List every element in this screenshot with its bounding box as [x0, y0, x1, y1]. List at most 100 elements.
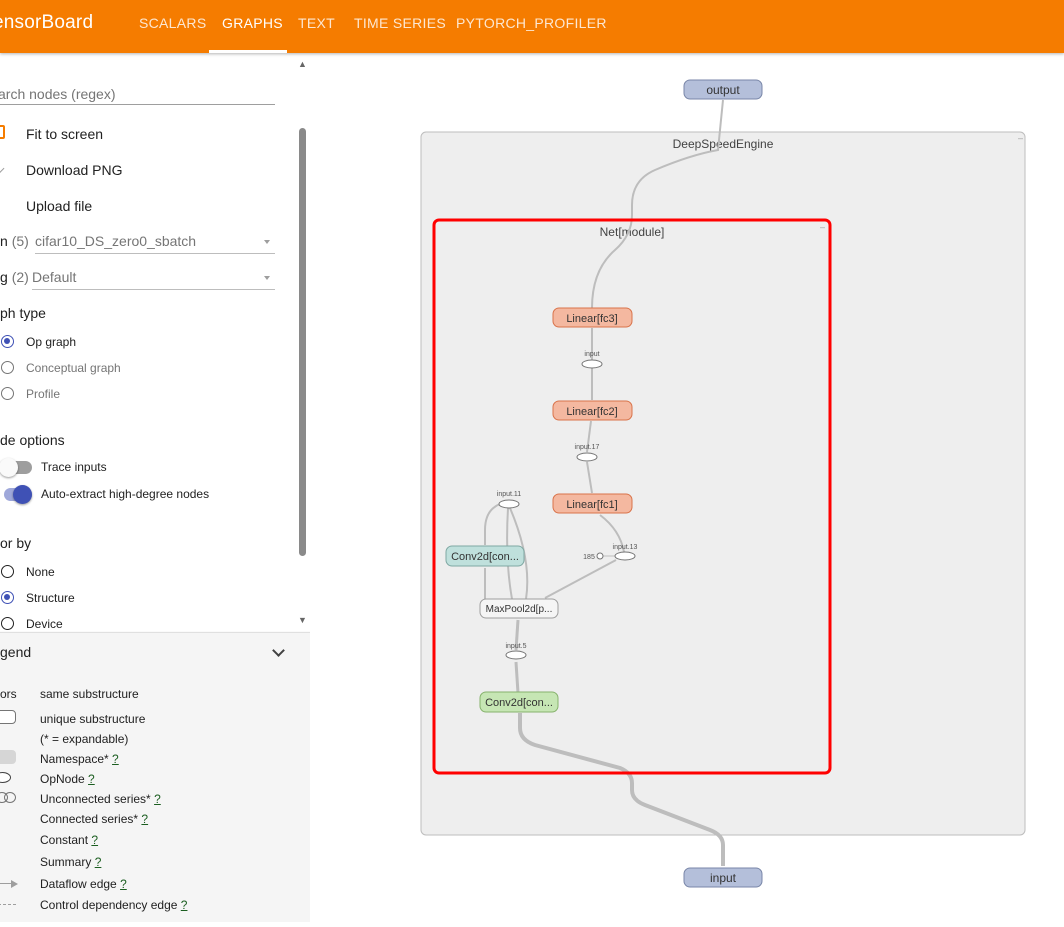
run-label-text: n — [0, 233, 8, 249]
profile-label: Profile — [26, 387, 61, 401]
linear-fc3-label: Linear[fc3] — [566, 313, 617, 325]
unconnected-series-icon-2 — [4, 792, 16, 803]
op-input-label: input — [584, 351, 599, 358]
search-input[interactable]: arch nodes (regex) — [0, 86, 116, 102]
graph-svg[interactable]: DeepSpeedEngine – Net[module] – output i… — [310, 53, 1064, 922]
tag-label-text: g — [0, 269, 8, 285]
fit-screen-icon — [0, 125, 5, 139]
op-input11-node[interactable] — [498, 499, 520, 509]
app-title: ensorBoard — [0, 12, 94, 33]
tab-pytorch-profiler[interactable]: PYTORCH_PROFILER — [456, 15, 607, 31]
op-input13-label: input.13 — [613, 544, 638, 551]
const-185-node[interactable] — [596, 552, 604, 560]
legend-dataflow-label: Dataflow edge — [40, 877, 117, 891]
download-png-button[interactable]: Download PNG — [26, 162, 123, 178]
legend-dataflow-edge: Dataflow edge ? — [40, 877, 127, 891]
node-options-heading: de options — [0, 432, 65, 448]
summary-help-link[interactable]: ? — [95, 855, 102, 869]
linear-fc1-label: Linear[fc1] — [566, 499, 617, 511]
connected-help-link[interactable]: ? — [141, 812, 148, 826]
const-185-label: 185 — [583, 554, 595, 561]
deepspeed-collapse-icon[interactable]: – — [1018, 133, 1023, 143]
legend-expandable-note: (* = expandable) — [40, 732, 129, 746]
search-underline — [0, 104, 275, 105]
download-icon — [0, 163, 5, 174]
tab-time-series[interactable]: TIME SERIES — [354, 15, 446, 31]
color-device-label: Device — [26, 617, 63, 631]
control-edge-icon — [0, 904, 16, 905]
unique-substructure-icon — [0, 710, 16, 724]
profile-radio[interactable] — [1, 387, 14, 400]
op-input5-node[interactable] — [505, 650, 527, 660]
active-tab-indicator — [209, 50, 287, 53]
run-select[interactable]: cifar10_DS_zero0_sbatch — [35, 233, 196, 249]
legend-summary: Summary ? — [40, 855, 101, 869]
unconnected-help-link[interactable]: ? — [154, 792, 161, 806]
tag-select[interactable]: Default — [32, 269, 76, 285]
dataflow-help-link[interactable]: ? — [120, 877, 127, 891]
linear-fc2-label: Linear[fc2] — [566, 406, 617, 418]
output-node-label: output — [706, 83, 740, 97]
color-structure-label: Structure — [26, 591, 75, 605]
sidebar: arch nodes (regex) Fit to screen Downloa… — [0, 53, 310, 922]
auto-extract-knob — [13, 485, 32, 504]
tag-count: (2) — [11, 269, 29, 285]
legend-panel: ors same substructure unique substructur… — [0, 670, 310, 922]
net-module-label: Net[module] — [600, 225, 665, 239]
tab-scalars[interactable]: SCALARS — [139, 15, 206, 31]
tag-label: g (2) — [0, 269, 29, 285]
opnode-icon — [0, 772, 11, 783]
run-dropdown-icon — [264, 240, 270, 244]
legend-namespace-label: Namespace* — [40, 752, 109, 766]
conceptual-graph-radio[interactable] — [1, 361, 14, 374]
auto-extract-label: Auto-extract high-degree nodes — [41, 487, 210, 501]
op-graph-radio[interactable] — [1, 335, 14, 348]
op-input13-node[interactable] — [614, 551, 636, 561]
legend-colors-label: ors — [0, 687, 17, 701]
run-select-underline — [35, 253, 275, 254]
deepspeed-engine-label: DeepSpeedEngine — [673, 137, 774, 151]
chevron-down-icon[interactable] — [272, 644, 285, 657]
op-input17-node[interactable] — [576, 452, 598, 462]
legend-control-label: Control dependency edge — [40, 898, 178, 912]
fit-to-screen-button[interactable]: Fit to screen — [26, 126, 103, 142]
legend-header[interactable]: gend — [0, 632, 310, 671]
tab-text[interactable]: TEXT — [298, 15, 335, 31]
namespace-icon — [0, 750, 16, 764]
run-count: (5) — [11, 233, 29, 249]
control-help-link[interactable]: ? — [181, 898, 188, 912]
scroll-up-icon[interactable]: ▲ — [298, 59, 307, 69]
legend-heading: gend — [0, 644, 32, 660]
tab-graphs[interactable]: GRAPHS — [222, 15, 283, 31]
graph-canvas[interactable]: DeepSpeedEngine – Net[module] – output i… — [310, 53, 1064, 922]
net-module-scope[interactable] — [433, 219, 831, 774]
opnode-help-link[interactable]: ? — [88, 772, 95, 786]
sidebar-controls: arch nodes (regex) Fit to screen Downloa… — [0, 53, 310, 631]
scrollbar-thumb[interactable] — [299, 128, 306, 556]
upload-file-button[interactable]: Upload file — [26, 198, 92, 214]
scroll-down-icon[interactable]: ▼ — [298, 615, 307, 625]
op-input11-label: input.11 — [497, 491, 521, 498]
legend-same-substructure: same substructure — [40, 687, 139, 701]
op-input17-label: input.17 — [575, 444, 600, 451]
edge-conv-input5 — [514, 661, 520, 694]
trace-inputs-label: Trace inputs — [41, 460, 107, 474]
conv2d-b-label: Conv2d[con... — [485, 697, 553, 709]
op-input-node[interactable] — [581, 359, 603, 369]
legend-unconnected-label: Unconnected series* — [40, 792, 151, 806]
color-device-radio[interactable] — [1, 617, 14, 630]
legend-control-edge: Control dependency edge ? — [40, 898, 187, 912]
legend-connected-series: Connected series* ? — [40, 812, 148, 826]
op-graph-label: Op graph — [26, 335, 77, 349]
legend-constant-label: Constant — [40, 833, 89, 847]
legend-unique-substructure: unique substructure — [40, 712, 146, 726]
net-collapse-icon[interactable]: – — [820, 222, 825, 232]
tag-dropdown-icon — [264, 276, 270, 280]
conceptual-graph-label: Conceptual graph — [26, 361, 121, 375]
legend-opnode-label: OpNode — [40, 772, 85, 786]
legend-connected-label: Connected series* — [40, 812, 139, 826]
constant-help-link[interactable]: ? — [91, 833, 98, 847]
color-none-radio[interactable] — [1, 565, 14, 578]
namespace-help-link[interactable]: ? — [112, 752, 119, 766]
color-structure-radio[interactable] — [1, 591, 14, 604]
